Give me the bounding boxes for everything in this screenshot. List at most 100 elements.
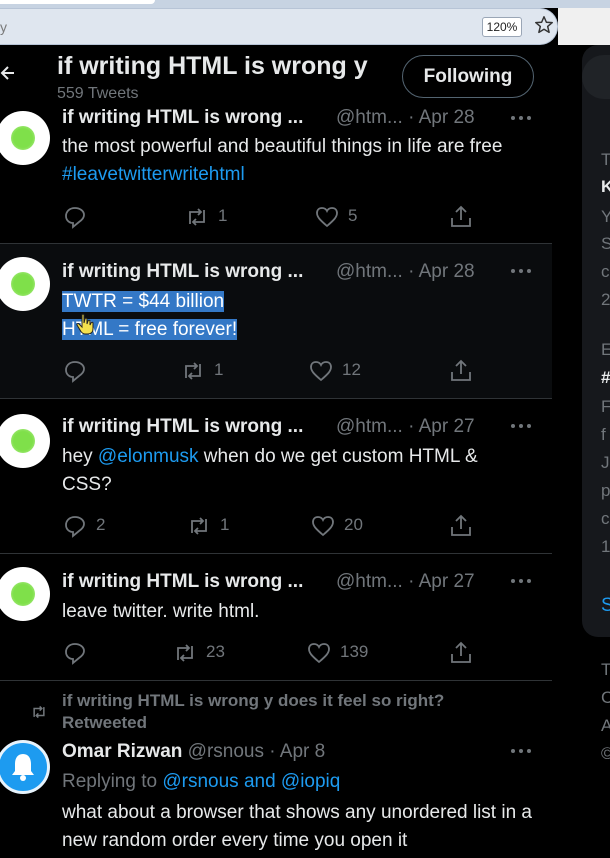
hand-cursor-icon [76,313,94,335]
avatar[interactable] [0,567,50,621]
trend-text-fragment: f [601,425,606,444]
tweet-text: leave twitter. write html. [62,601,260,622]
more-options-icon[interactable] [510,423,532,429]
share-icon [451,514,471,536]
bookmark-star-icon[interactable] [533,14,555,36]
replying-to-links[interactable]: @rsnous and @iopiq [162,771,340,792]
trend-text-fragment: F [601,397,610,416]
bell-icon [12,754,34,781]
avatar[interactable] [0,740,50,794]
like-count: 5 [348,206,358,225]
trend-text-fragment: S [601,234,610,253]
heart-icon [316,207,338,228]
replying-to: Replying to @rsnous and @iopiq [62,771,340,793]
tweet-text-body: the most powerful and beautiful things i… [62,136,503,157]
trend-text-fragment: p [601,481,610,500]
trend-text-fragment: 2 [601,290,610,309]
retweet-icon [185,362,201,380]
heart-icon [308,643,330,664]
retweet-count: 1 [214,360,224,379]
share-icon [451,641,471,663]
tweet-actions: 2 1 20 [62,513,532,539]
like-count: 20 [344,515,363,534]
more-options-icon[interactable] [510,268,532,274]
retweet-count: 1 [220,515,230,534]
reply-icon [65,516,85,538]
tweet[interactable]: if writing HTML is wrong ... @htm... · A… [0,554,552,681]
trend-text-fragment: A [601,716,610,735]
address-text: y [0,19,7,35]
tweet-actions: 1 12 [62,358,532,384]
retweeted-by[interactable]: if writing HTML is wrong y does it feel … [62,690,444,734]
more-options-icon[interactable] [510,115,532,121]
more-options-icon[interactable] [510,578,532,584]
retweeted-icon [33,705,45,719]
tweet-text: the most powerful and beautiful things i… [62,133,532,189]
reply-icon [65,207,85,229]
author-name[interactable]: if writing HTML is wrong ... [62,416,303,438]
heart-icon [312,516,334,537]
trend-text-fragment: T [601,150,610,169]
more-options-icon[interactable] [510,748,532,754]
retweeted-by-name[interactable]: if writing HTML is wrong y does it feel … [62,690,444,712]
tweet-text: TWTR = $44 billion HTML = free forever! [62,288,532,344]
tweet[interactable]: if writing HTML is wrong ... @htm... · A… [0,399,552,554]
trend-text-fragment: C [601,688,610,707]
tweet-actions: 23 139 [62,640,532,666]
author-handle-date[interactable]: @rsnous · Apr 8 [188,741,326,762]
trend-text-fragment: T [601,660,610,679]
author-display-name[interactable]: Omar Rizwan [62,741,182,762]
like-count: 139 [340,642,369,661]
following-button[interactable]: Following [402,55,534,98]
share-icon [451,205,471,227]
trend-text-fragment: © [601,744,610,763]
selected-text-line: TWTR = $44 billion [62,291,225,312]
retweet-count: 23 [206,642,225,661]
tweet-text-body: hey [62,446,98,467]
retweet-count: 1 [218,206,228,225]
author-name[interactable]: if writing HTML is wrong ... [62,261,303,283]
trend-text-fragment: 1 [601,537,610,556]
browser-tab[interactable] [0,0,155,4]
heart-icon [310,361,332,382]
author-name[interactable]: Omar Rizwan @rsnous · Apr 8 [62,741,325,763]
avatar[interactable] [0,111,50,165]
trend-text-fragment: # [601,368,610,387]
author-handle-date[interactable]: @htm... · Apr 27 [336,416,475,438]
retweet-icon [177,644,193,662]
back-arrow-icon[interactable] [0,63,16,83]
hashtag-link[interactable]: #leavetwitterwritehtml [62,164,245,185]
author-name[interactable]: if writing HTML is wrong ... [62,107,303,129]
tweet-actions: 1 5 [62,204,532,230]
tweet-text: what about a browser that shows any unor… [62,802,532,851]
avatar[interactable] [0,414,50,468]
trend-text-fragment: E [601,340,610,359]
zoom-indicator[interactable]: 120% [482,17,522,37]
retweet-icon [191,517,207,535]
author-handle-date[interactable]: @htm... · Apr 27 [336,571,475,593]
mention-link[interactable]: @elonmusk [98,446,199,467]
tweet[interactable]: if writing HTML is wrong ... @htm... · A… [0,107,552,244]
replying-to-label: Replying to [62,771,163,792]
avatar[interactable] [0,257,50,311]
author-handle-date[interactable]: @htm... · Apr 28 [336,107,475,129]
share-icon [451,359,471,381]
reply-count: 2 [96,515,106,534]
like-count: 12 [342,360,361,379]
author-name[interactable]: if writing HTML is wrong ... [62,571,303,593]
reply-icon [65,361,85,383]
trend-text-fragment: c [601,509,610,528]
trend-text-fragment: Y [601,207,610,226]
retweeted-label: Retweeted [62,713,148,732]
browser-side-toolbar [558,8,610,45]
trend-text-fragment[interactable]: S [601,595,610,617]
trend-text-fragment: K [601,177,610,196]
tweet-count: 559 Tweets [57,85,139,102]
retweet-icon [189,208,205,226]
reply-icon [65,643,85,665]
tweet-text: hey @elonmusk when do we get custom HTML… [62,443,532,499]
address-bar[interactable]: y 120% [0,8,558,45]
trend-text-fragment: J [601,453,610,472]
trend-text-fragment: c [601,262,610,281]
author-handle-date[interactable]: @htm... · Apr 28 [336,261,475,283]
